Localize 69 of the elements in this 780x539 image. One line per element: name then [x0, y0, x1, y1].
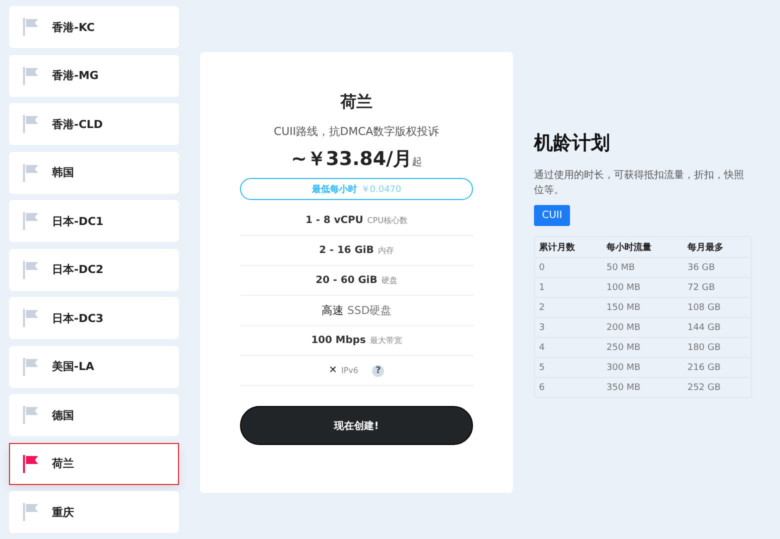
region-item[interactable]: 日本-DC1: [9, 200, 179, 242]
table-cell: 6: [534, 378, 602, 398]
region-item[interactable]: 美国-LA: [9, 346, 179, 388]
table-cell: 150 MB: [602, 298, 684, 318]
table-cell: 300 MB: [602, 358, 684, 378]
flag-icon: [23, 66, 39, 84]
section-description: 通过使用的时长，可获得抵扣流量，折扣，快照位等。: [534, 168, 745, 198]
price: ~￥33.84/月: [291, 147, 412, 172]
flag-icon: [23, 406, 39, 424]
region-item[interactable]: 日本-DC2: [9, 248, 179, 290]
cross-icon: ✕: [328, 365, 338, 376]
column-header: 每小时流量: [602, 236, 684, 258]
price-suffix: 起: [412, 156, 422, 169]
region-item[interactable]: 德国: [9, 394, 179, 436]
section-title: 机龄计划: [534, 131, 611, 156]
table-cell: 1: [534, 278, 602, 298]
flag-icon: [23, 164, 39, 182]
plan-title: 荷兰: [340, 92, 372, 113]
table-cell: 200 MB: [602, 318, 684, 338]
spec-label: 最大带宽: [370, 335, 402, 346]
flag-icon: [23, 454, 39, 472]
table-cell: 2: [534, 298, 602, 318]
spec-label: IPv6: [341, 366, 358, 375]
help-icon[interactable]: ?: [372, 364, 384, 376]
table-cell: 4: [534, 338, 602, 358]
table-cell: 216 GB: [683, 358, 752, 378]
plan-subtitle: CUII路线，抗DMCA数字版权投诉: [274, 124, 440, 139]
create-button[interactable]: 现在创建!: [240, 406, 473, 445]
table-cell: 5: [534, 358, 602, 378]
table-cell: 36 GB: [683, 258, 752, 278]
table-cell: 72 GB: [683, 278, 752, 298]
region-item[interactable]: 日本-DC3: [9, 297, 179, 339]
region-item[interactable]: 香港-CLD: [9, 103, 179, 145]
spec-label: SSD硬盘: [347, 303, 392, 318]
spec-value: 2 - 16 GiB: [319, 245, 374, 256]
spec-value: 20 - 60 GiB: [316, 275, 378, 286]
flag-icon: [23, 18, 39, 36]
table-cell: 108 GB: [683, 298, 752, 318]
spec-value: 100 Mbps: [311, 335, 366, 346]
spec-value: 1 - 8 vCPU: [305, 215, 364, 226]
flag-icon: [23, 358, 39, 376]
flag-icon: [23, 115, 39, 133]
table-cell: 3: [534, 318, 602, 338]
region-item[interactable]: 香港-KC: [9, 6, 179, 48]
table-cell: 0: [534, 258, 602, 278]
flag-icon: [23, 503, 39, 521]
hourly-label: 最低每小时: [312, 183, 357, 196]
region-item[interactable]: 荷兰: [9, 442, 179, 484]
table-cell: 180 GB: [683, 338, 752, 358]
column-header: 每月最多: [683, 236, 752, 258]
region-item[interactable]: 重庆: [9, 491, 179, 533]
table-cell: 250 MB: [602, 338, 684, 358]
table-cell: 252 GB: [683, 378, 752, 398]
spec-value: 高速: [321, 303, 344, 318]
table-cell: 144 GB: [683, 318, 752, 338]
flag-icon: [23, 212, 39, 230]
column-header: 累计月数: [534, 236, 602, 258]
region-item[interactable]: 香港-MG: [9, 54, 179, 96]
table-cell: 350 MB: [602, 378, 684, 398]
spec-label: 内存: [378, 245, 394, 256]
flag-icon: [23, 260, 39, 278]
hourly-price: ￥0.0470: [360, 184, 402, 196]
spec-label: CPU核心数: [367, 215, 408, 226]
region-item[interactable]: 韩国: [9, 152, 179, 194]
table-cell: 50 MB: [602, 258, 684, 278]
spec-label: 硬盘: [381, 275, 398, 286]
tag-button[interactable]: CUII: [534, 205, 570, 226]
table-cell: 100 MB: [602, 278, 684, 298]
flag-icon: [23, 309, 39, 327]
